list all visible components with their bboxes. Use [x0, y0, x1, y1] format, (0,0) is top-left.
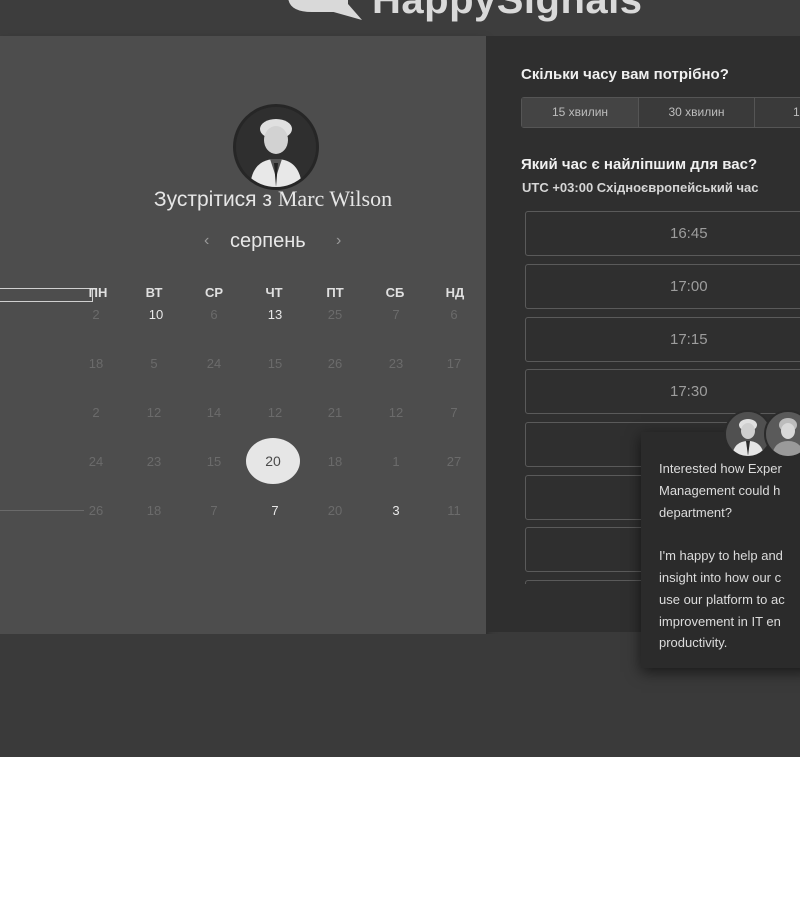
calendar-day: 24 [88, 454, 104, 469]
calendar-day: 12 [388, 405, 404, 420]
calendar-day: 27 [446, 454, 462, 469]
calendar-day: 7 [392, 307, 400, 322]
time-slot[interactable]: 16:45 [525, 211, 800, 256]
calendar-day: 14 [206, 405, 222, 420]
duration-selector: 15 хвилин 30 хвилин 1 [521, 97, 800, 128]
calendar-day: 7 [210, 503, 218, 518]
calendar-day: 18 [327, 454, 343, 469]
calendar-day: 5 [150, 356, 158, 371]
duration-option-15[interactable]: 15 хвилин [522, 98, 639, 127]
time-slot[interactable]: 17:00 [525, 264, 800, 309]
host-avatar [233, 104, 319, 190]
time-slot-label: 17:15 [670, 331, 708, 348]
time-slot-label: 17:30 [670, 383, 708, 400]
calendar-day: 23 [388, 356, 404, 371]
calendar-day: 20 [327, 503, 343, 518]
chat-message: Interested how Exper Management could h … [659, 461, 785, 651]
weekday-mon: ПН [88, 285, 108, 300]
calendar-day: 26 [327, 356, 343, 371]
app-window: HappySignals Зустрітися з Marc Wilson ‹ … [0, 0, 800, 757]
calendar-day-available[interactable]: 10 [136, 307, 176, 322]
month-label: серпень [230, 230, 306, 252]
calendar-day: 6 [210, 307, 218, 322]
time-slot-label: 17:00 [670, 278, 708, 295]
calendar-day: 21 [327, 405, 343, 420]
chevron-right-icon[interactable]: › [336, 232, 341, 250]
brand-header: HappySignals [0, 0, 800, 36]
calendar-day: 1 [392, 454, 400, 469]
time-slot-label: 16:45 [670, 225, 708, 242]
calendar-day-available[interactable]: 3 [376, 503, 416, 518]
calendar-day: 23 [146, 454, 162, 469]
duration-option-60[interactable]: 1 [755, 98, 800, 127]
meeting-title: Зустрітися з Marc Wilson [0, 186, 546, 212]
weekday-sat: СБ [385, 285, 405, 300]
calendar-day: 12 [146, 405, 162, 420]
weekday-fri: ПТ [326, 285, 344, 300]
timezone-label[interactable]: UTC +03:00 Східноєвропейський час [522, 180, 759, 195]
calendar-day: 18 [146, 503, 162, 518]
duration-question: Скільки часу вам потрібно? [521, 66, 729, 83]
calendar-panel: Зустрітися з Marc Wilson ‹ серпень › ПН … [0, 36, 486, 634]
person-icon [766, 412, 800, 456]
calendar-day: 15 [206, 454, 222, 469]
chat-popup[interactable]: Interested how Exper Management could h … [641, 432, 800, 668]
calendar-day: 17 [446, 356, 462, 371]
calendar-day: 2 [92, 405, 100, 420]
row-divider [0, 510, 84, 511]
brand-logo-icon [288, 0, 362, 20]
weekday-sun: НД [445, 285, 465, 300]
calendar-day: 15 [267, 356, 283, 371]
chevron-left-icon[interactable]: ‹ [204, 232, 209, 250]
weekday-wed: СР [204, 285, 224, 300]
calendar-day-available[interactable]: 7 [255, 503, 295, 518]
calendar-day-available[interactable]: 13 [255, 307, 295, 322]
calendar-day: 7 [450, 405, 458, 420]
calendar-day: 25 [327, 307, 343, 322]
weekday-tue: ВТ [145, 285, 163, 300]
calendar-day: 18 [88, 356, 104, 371]
person-icon [236, 107, 316, 187]
brand-name: HappySignals [372, 0, 643, 22]
calendar-day: 24 [206, 356, 222, 371]
weekday-thu: ЧТ [265, 285, 283, 300]
time-slot[interactable]: 17:15 [525, 317, 800, 362]
meeting-title-prefix: Зустрітися з [153, 188, 273, 211]
calendar-day: 2 [92, 307, 100, 322]
time-question: Який час є найліпшим для вас? [521, 156, 758, 173]
time-slot[interactable]: 17:30 [525, 369, 800, 414]
meeting-host-name: Marc Wilson [277, 186, 393, 211]
calendar-day: 11 [447, 503, 461, 518]
month-navigator: ‹ серпень › [196, 230, 356, 256]
calendar-day: 12 [267, 405, 283, 420]
calendar-day-selected[interactable]: 20 [246, 438, 300, 484]
calendar-day: 6 [450, 307, 458, 322]
duration-option-30[interactable]: 30 хвилин [639, 98, 755, 127]
